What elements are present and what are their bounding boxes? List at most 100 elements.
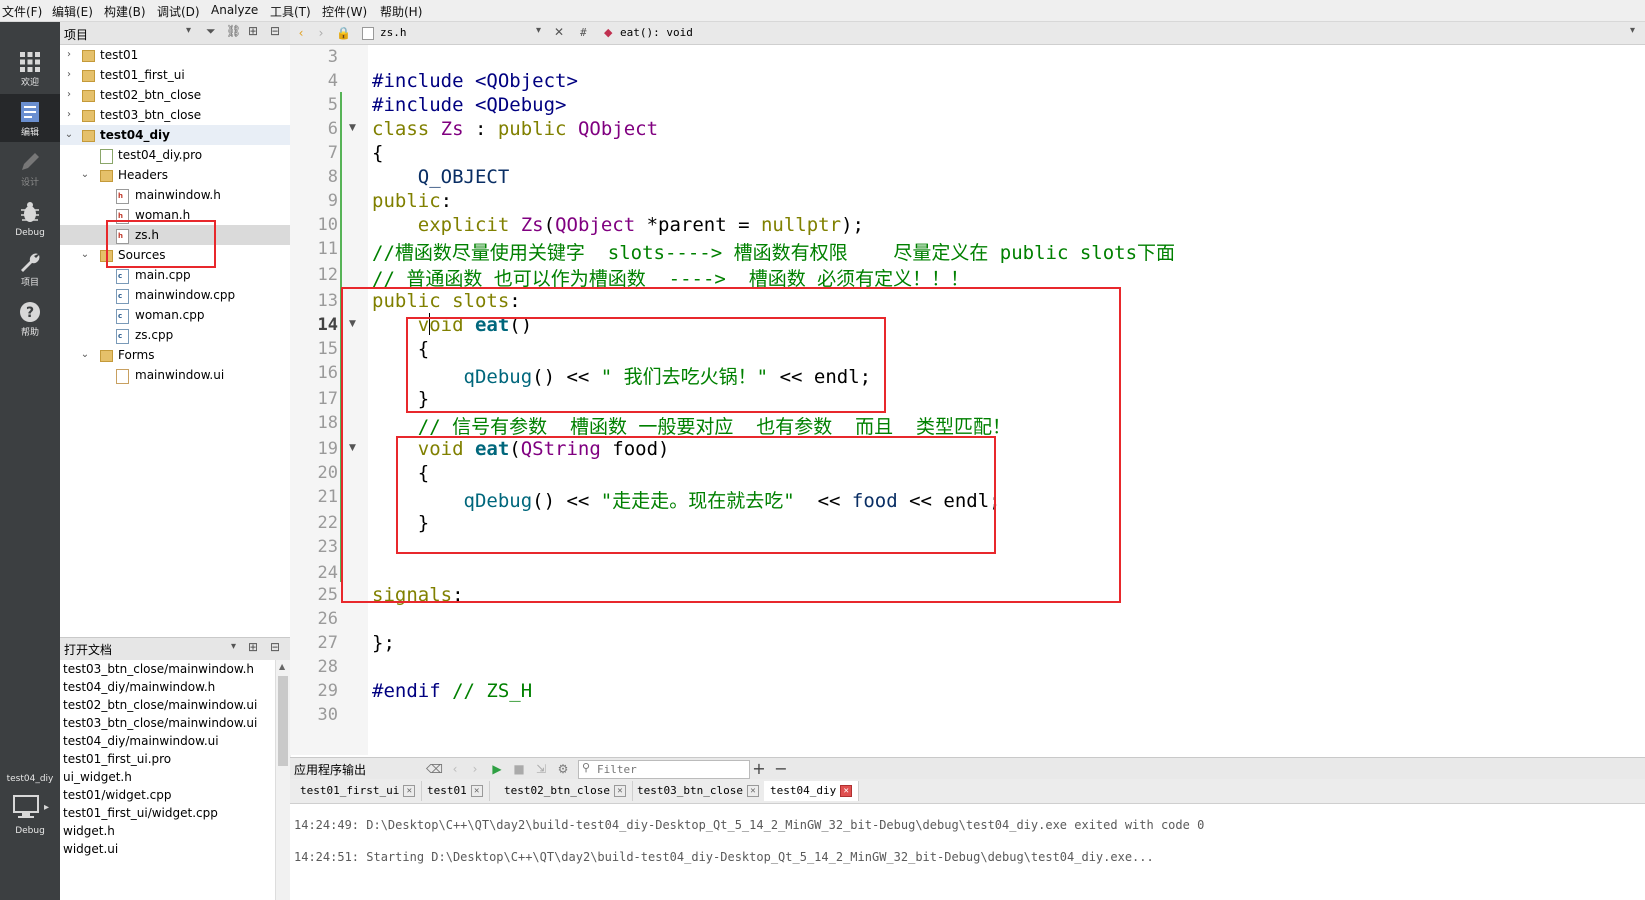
- tab-test02-btn-close[interactable]: test02_btn_close ✕: [498, 781, 633, 801]
- open-doc-item[interactable]: test04_diy/mainwindow.h: [63, 678, 215, 696]
- tree-item-mainwindow-ui[interactable]: mainwindow.ui: [60, 365, 290, 385]
- next-icon[interactable]: ›: [468, 762, 482, 776]
- tree-item-woman-cpp[interactable]: c woman.cpp: [60, 305, 290, 325]
- tree-item-test03-btn-close[interactable]: › test03_btn_close: [60, 105, 290, 125]
- tree-item-zs-cpp[interactable]: c zs.cpp: [60, 325, 290, 345]
- expand-arrow-icon[interactable]: ›: [64, 105, 74, 125]
- tree-item-pro-file[interactable]: test04_diy.pro: [60, 145, 290, 165]
- open-doc-item[interactable]: test04_diy/mainwindow.ui: [63, 732, 219, 750]
- tree-item-mainwindow-h[interactable]: h mainwindow.h: [60, 185, 290, 205]
- collapse-arrow-icon[interactable]: ⌄: [64, 125, 74, 145]
- menu-tools[interactable]: 工具(T): [270, 3, 311, 20]
- tree-item-label: mainwindow.cpp: [135, 288, 236, 302]
- mode-design[interactable]: 设计: [0, 144, 60, 192]
- link-icon[interactable]: ⛓: [226, 24, 241, 38]
- current-symbol[interactable]: eat(): void: [620, 26, 693, 39]
- prev-icon[interactable]: ‹: [448, 762, 462, 776]
- run-icon[interactable]: ▶: [490, 762, 504, 776]
- tree-item-test04-diy[interactable]: ⌄ test04_diy: [60, 125, 290, 145]
- cpp-file-icon: c: [116, 289, 129, 304]
- open-doc-item[interactable]: test01_first_ui/widget.cpp: [63, 804, 218, 822]
- mode-help[interactable]: ? 帮助: [0, 294, 60, 342]
- collapse-arrow-icon[interactable]: ⌄: [80, 245, 90, 265]
- open-doc-item[interactable]: test01/widget.cpp: [63, 786, 171, 804]
- expand-arrow-icon[interactable]: ›: [64, 85, 74, 105]
- close-tab-icon[interactable]: ✕: [470, 785, 483, 797]
- open-doc-item[interactable]: test01_first_ui.pro: [63, 750, 171, 768]
- mode-edit[interactable]: 编辑: [0, 94, 60, 142]
- attach-icon[interactable]: ⇲: [534, 762, 548, 776]
- forward-arrow-icon[interactable]: ›: [314, 26, 328, 40]
- keyword-token: nullptr: [760, 214, 842, 236]
- editor-toolbar: ‹ › 🔒 zs.h ▾ ✕ # ◆ eat(): void ▾: [290, 22, 1645, 45]
- tree-item-test01[interactable]: › test01: [60, 45, 290, 65]
- menu-widgets[interactable]: 控件(W): [322, 3, 367, 20]
- file-dropdown-icon[interactable]: ▾: [536, 25, 541, 36]
- add-icon[interactable]: +: [752, 761, 766, 777]
- open-doc-item[interactable]: ui_widget.h: [63, 768, 132, 786]
- expand-arrow-icon[interactable]: ›: [64, 65, 74, 85]
- tree-item-mainwindow-cpp[interactable]: c mainwindow.cpp: [60, 285, 290, 305]
- open-doc-item[interactable]: test02_btn_close/mainwindow.ui: [63, 696, 257, 714]
- fold-marker-icon[interactable]: ▼: [349, 123, 356, 133]
- split-icon[interactable]: ⊞: [248, 640, 258, 654]
- close-file-icon[interactable]: ✕: [554, 25, 564, 39]
- tab-test04-diy[interactable]: test04_diy ✕: [764, 781, 860, 801]
- minimize-icon[interactable]: −: [774, 761, 788, 777]
- tree-item-test01-first-ui[interactable]: › test01_first_ui: [60, 65, 290, 85]
- tab-test01[interactable]: test01 ✕: [421, 781, 490, 801]
- split-icon[interactable]: ⊞: [248, 24, 258, 38]
- scrollbar-thumb[interactable]: [278, 676, 288, 766]
- open-doc-item[interactable]: test03_btn_close/mainwindow.ui: [63, 714, 257, 732]
- mode-projects[interactable]: 项目: [0, 244, 60, 292]
- line-number: 11: [317, 239, 338, 259]
- open-doc-item[interactable]: widget.h: [63, 822, 115, 840]
- open-doc-item[interactable]: widget.ui: [63, 840, 118, 858]
- open-documents-scrollbar[interactable]: ▲: [275, 660, 291, 900]
- tree-item-forms[interactable]: ⌄ Forms: [60, 345, 290, 365]
- dropdown-icon[interactable]: ▾: [231, 641, 236, 652]
- menu-analyze[interactable]: Analyze: [211, 3, 258, 17]
- view-dropdown-icon[interactable]: ▾: [186, 25, 191, 36]
- back-arrow-icon[interactable]: ‹: [294, 26, 308, 40]
- lock-icon[interactable]: 🔒: [336, 26, 351, 40]
- mode-label: 欢迎: [20, 78, 39, 88]
- close-pane-icon[interactable]: ⊟: [270, 24, 280, 38]
- tree-item-headers[interactable]: ⌄ Headers: [60, 165, 290, 185]
- close-tab-icon[interactable]: ✕: [840, 785, 853, 797]
- mode-welcome[interactable]: 欢迎: [0, 44, 60, 92]
- collapse-arrow-icon[interactable]: ⌄: [80, 165, 90, 185]
- menu-edit[interactable]: 编辑(E): [52, 3, 93, 20]
- menu-debug[interactable]: 调试(D): [157, 3, 200, 20]
- code-editor[interactable]: #include <QObject> #include <QDebug> cla…: [341, 45, 1645, 755]
- current-file-name[interactable]: zs.h: [380, 26, 407, 39]
- settings-gear-icon[interactable]: ⚙: [556, 762, 570, 776]
- mode-debug[interactable]: Debug: [0, 194, 60, 242]
- symbol-dropdown-icon[interactable]: ▾: [1630, 25, 1635, 36]
- kit-selector[interactable]: ▸ Debug: [0, 792, 60, 840]
- filter-input[interactable]: [597, 762, 745, 776]
- highlight-box-eat-qstring: [396, 436, 996, 554]
- kit-mode: Debug: [15, 826, 45, 836]
- output-line: 14:24:51: Starting D:\Desktop\C++\QT\day…: [294, 850, 1154, 864]
- collapse-arrow-icon[interactable]: ⌄: [80, 345, 90, 365]
- filter-field[interactable]: ⚲: [578, 760, 750, 779]
- menu-help[interactable]: 帮助(H): [380, 3, 422, 20]
- stop-icon[interactable]: ■: [512, 762, 526, 776]
- tree-item-main-cpp[interactable]: c main.cpp: [60, 265, 290, 285]
- tree-item-test02-btn-close[interactable]: › test02_btn_close: [60, 85, 290, 105]
- expand-arrow-icon[interactable]: ›: [64, 45, 74, 65]
- tab-test03-btn-close[interactable]: test03_btn_close ✕: [631, 781, 766, 801]
- scroll-up-icon[interactable]: ▲: [279, 662, 285, 671]
- close-tab-icon[interactable]: ✕: [403, 785, 416, 797]
- tab-test01-first-ui[interactable]: test01_first_ui ✕: [294, 781, 423, 801]
- close-tab-icon[interactable]: ✕: [613, 785, 626, 797]
- close-pane-icon[interactable]: ⊟: [270, 640, 280, 654]
- clear-output-icon[interactable]: ⌫: [426, 762, 443, 776]
- menu-file[interactable]: 文件(F): [2, 3, 42, 20]
- close-tab-icon[interactable]: ✕: [746, 785, 759, 797]
- open-doc-item[interactable]: test03_btn_close/mainwindow.h: [63, 660, 254, 678]
- application-output[interactable]: 14:24:49: D:\Desktop\C++\QT\day2\build-t…: [290, 804, 1645, 900]
- filter-icon[interactable]: ⏷: [206, 24, 216, 39]
- menu-build[interactable]: 构建(B): [104, 3, 146, 20]
